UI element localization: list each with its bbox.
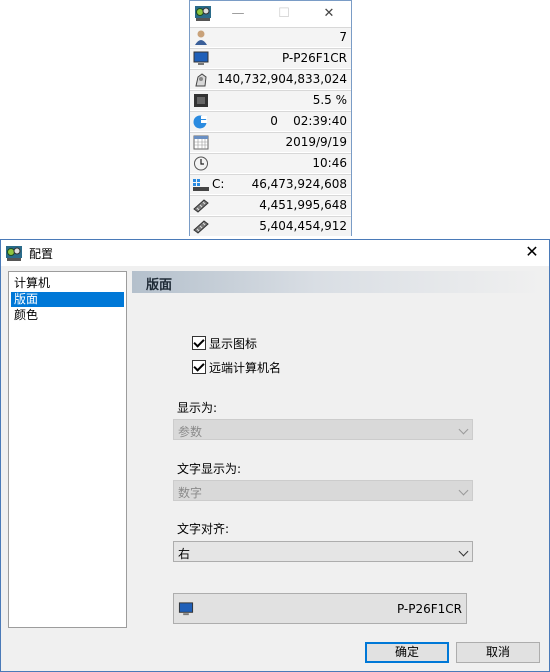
drive-free-value: 46,473,924,608 <box>251 177 347 191</box>
display-as-select[interactable]: 参数 <box>173 419 473 440</box>
computer-icon <box>178 602 194 616</box>
computer-name-value: P-P26F1CR <box>281 51 347 65</box>
preview-value: P-P26F1CR <box>396 602 462 616</box>
text-align-select[interactable]: 右 <box>173 541 473 562</box>
checkbox-checked-icon <box>192 336 206 350</box>
cpu-usage-value: 5.5 % <box>312 93 347 107</box>
mini-monitor-window: — ☐ ✕ 7 P-P26F1CR 140,732,904,833,024 5.… <box>189 0 352 236</box>
computer-icon <box>193 51 209 65</box>
ok-button[interactable]: 确定 <box>365 642 449 663</box>
chevron-down-icon <box>458 485 469 496</box>
time-value: 10:46 <box>312 156 347 170</box>
date-row: 2019/9/19 <box>190 132 351 152</box>
date-value: 2019/9/19 <box>285 135 347 149</box>
processor-chip-icon <box>194 94 208 107</box>
config-dialog: 配置 ✕ 计算机 版面 颜色 版面 显示图标 远端计算机名 显示为: 参数 文字… <box>0 239 550 672</box>
display-as-label: 显示为: <box>177 401 218 415</box>
dialog-title: 配置 <box>29 247 54 261</box>
preview-button[interactable]: P-P26F1CR <box>173 593 467 624</box>
memory-row-2: 5,404,454,912 <box>190 216 351 236</box>
text-display-value: 数字 <box>178 486 203 500</box>
show-icon-label: 显示图标 <box>209 337 258 351</box>
cpu-cycles-value: 140,732,904,833,024 <box>217 72 347 86</box>
maximize-button[interactable]: ☐ <box>274 5 294 23</box>
close-button[interactable]: ✕ <box>319 5 339 23</box>
text-display-label: 文字显示为: <box>177 462 242 476</box>
section-header: 版面 <box>132 271 542 293</box>
text-align-value: 右 <box>178 547 191 561</box>
user-count-value: 7 <box>339 30 347 44</box>
mini-titlebar[interactable]: — ☐ ✕ <box>190 1 351 27</box>
tree-item-computer[interactable]: 计算机 <box>9 276 126 291</box>
memory-icon <box>193 220 209 234</box>
checkbox-checked-icon <box>192 360 206 374</box>
layout-panel: 版面 显示图标 远端计算机名 显示为: 参数 文字显示为: 数字 文字对齐: 右… <box>132 271 542 631</box>
memory-value-2: 5,404,454,912 <box>259 219 347 233</box>
app-gears-icon <box>195 6 211 21</box>
app-gears-icon <box>6 246 22 261</box>
computer-name-row: P-P26F1CR <box>190 48 351 68</box>
cpu-cycles-row: 140,732,904,833,024 <box>190 69 351 89</box>
tree-item-colors[interactable]: 颜色 <box>9 308 126 323</box>
time-row: 10:46 <box>190 153 351 173</box>
memory-icon <box>193 199 209 213</box>
chevron-down-icon <box>458 546 469 557</box>
minimize-button[interactable]: — <box>228 5 248 23</box>
uptime-icon <box>193 115 207 129</box>
display-as-value: 参数 <box>178 425 203 439</box>
section-title: 版面 <box>146 278 173 293</box>
user-count-row: 7 <box>190 27 351 47</box>
clock-icon <box>194 156 208 171</box>
user-icon <box>195 30 207 45</box>
calendar-icon <box>193 135 209 150</box>
remote-name-label: 远端计算机名 <box>209 361 282 375</box>
cancel-button[interactable]: 取消 <box>456 642 540 663</box>
dialog-close-button[interactable]: ✕ <box>521 241 543 263</box>
drive-letter: C: <box>212 177 225 191</box>
drive-row: C: 46,473,924,608 <box>190 174 351 194</box>
chevron-down-icon <box>458 424 469 435</box>
text-display-select[interactable]: 数字 <box>173 480 473 501</box>
cpu-usage-row: 5.5 % <box>190 90 351 110</box>
category-tree[interactable]: 计算机 版面 颜色 <box>8 271 127 628</box>
memory-row-1: 4,451,995,648 <box>190 195 351 215</box>
text-align-label: 文字对齐: <box>177 522 230 536</box>
uptime-value: 0 02:39:40 <box>270 114 347 128</box>
dialog-titlebar[interactable]: 配置 ✕ <box>1 240 549 266</box>
memory-value-1: 4,451,995,648 <box>259 198 347 212</box>
cpu-cycles-icon <box>195 73 207 87</box>
uptime-row: 0 02:39:40 <box>190 111 351 131</box>
tree-item-layout[interactable]: 版面 <box>11 292 124 307</box>
drive-icon <box>193 179 209 191</box>
